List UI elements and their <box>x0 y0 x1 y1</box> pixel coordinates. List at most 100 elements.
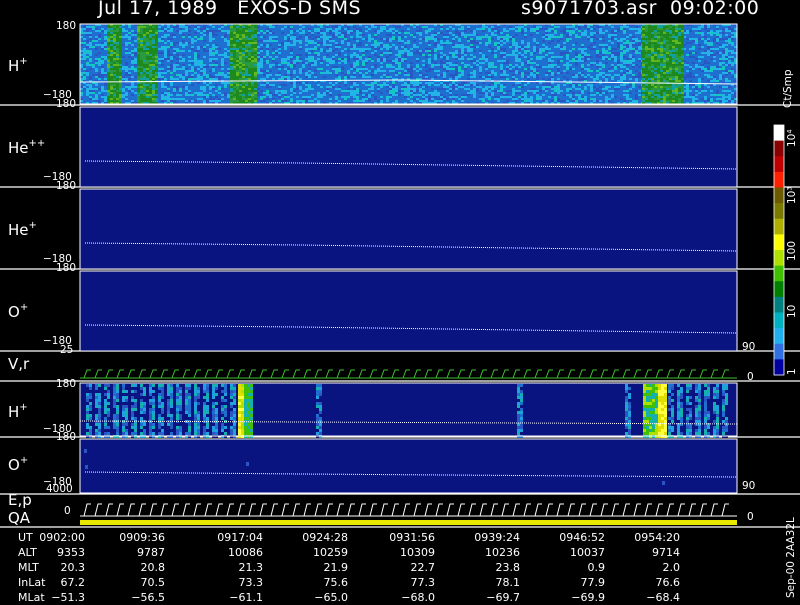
hplus-cell <box>401 30 404 32</box>
hplus-cell <box>353 66 356 68</box>
hplus-band-cell <box>137 78 140 80</box>
hplus-cell <box>86 44 89 46</box>
hplus-band-cell <box>155 36 158 38</box>
hplus-band-cell <box>251 56 254 58</box>
hplus-cell <box>161 36 164 38</box>
hplus-cell <box>206 94 209 96</box>
hplus-band-cell <box>251 64 254 66</box>
hplus-band-cell <box>146 88 149 90</box>
hplus-cell <box>269 64 272 66</box>
hplus-cell <box>467 38 470 40</box>
hplus-cell <box>227 68 230 70</box>
hplus-band-cell <box>146 32 149 34</box>
hplus-band-cell <box>140 52 143 54</box>
hplus-cell <box>560 48 563 50</box>
hplus-cell <box>326 86 329 88</box>
hplus-cell <box>473 40 476 42</box>
hplus-cell <box>500 56 503 58</box>
hplus-cell <box>362 82 365 84</box>
hplus-cell <box>203 86 206 88</box>
hplus-cell <box>122 44 125 46</box>
hplus-band-cell <box>116 82 119 84</box>
hplus-band-cell <box>155 40 158 42</box>
hplus-cell <box>161 64 164 66</box>
hplus-band-cell <box>116 96 119 98</box>
hplus-cell <box>452 56 455 58</box>
hplus-cell <box>314 42 317 44</box>
hplus-band-cell <box>146 84 149 86</box>
hplus-band-cell <box>107 30 110 32</box>
hplus-cell <box>356 36 359 38</box>
hplus-band-cell <box>140 64 143 66</box>
hplus-cell <box>347 28 350 30</box>
hplus-cell <box>377 88 380 90</box>
hplus-cell <box>284 90 287 92</box>
hplus-cell <box>209 40 212 42</box>
hplus-cell <box>275 92 278 94</box>
hplus-cell <box>530 28 533 30</box>
hplus-cell <box>413 90 416 92</box>
hplus-cell <box>629 78 632 80</box>
hplus-cell <box>704 42 707 44</box>
hplus-cell <box>131 86 134 88</box>
hplus-band-cell <box>107 94 110 96</box>
hplus-cell <box>731 98 734 100</box>
hplus-band-cell <box>113 94 116 96</box>
hplus-cell <box>125 98 128 100</box>
hplus-band-cell <box>152 84 155 86</box>
hplus-cell <box>488 46 491 48</box>
hplus-cell <box>536 66 539 68</box>
hplus-cell <box>131 84 134 86</box>
hplus-band-cell <box>107 36 110 38</box>
hplus-cell <box>584 34 587 36</box>
hplus-cell <box>164 56 167 58</box>
hplus-band-cell <box>230 68 233 70</box>
hplus-cell <box>725 74 728 76</box>
hplus-cell <box>350 48 353 50</box>
hplus-cell <box>404 90 407 92</box>
hplus-cell <box>128 72 131 74</box>
hplus-cell <box>428 38 431 40</box>
hplus-cell <box>533 74 536 76</box>
hplus-cell <box>635 26 638 28</box>
hplus-cell <box>269 38 272 40</box>
hplus-cell <box>302 82 305 84</box>
hplus-cell <box>527 44 530 46</box>
hplus-cell <box>203 48 206 50</box>
hplus-cell <box>635 64 638 66</box>
hplus-band-cell <box>245 84 248 86</box>
hplus-band-cell <box>107 46 110 48</box>
hplus-cell <box>341 32 344 34</box>
hplus-cell <box>344 54 347 56</box>
hplus-cell <box>440 62 443 64</box>
hplus-cell <box>626 62 629 64</box>
hplus-cell <box>410 72 413 74</box>
hplus-cell <box>455 68 458 70</box>
hplus-cell <box>524 30 527 32</box>
hplus-band-cell <box>248 26 251 28</box>
hplus-cell <box>314 64 317 66</box>
hplus-cell <box>464 46 467 48</box>
hplus-band-cell <box>233 86 236 88</box>
hplus-cell <box>368 88 371 90</box>
hplus-band-cell <box>242 54 245 56</box>
hplus-cell <box>353 94 356 96</box>
hplus-cell <box>515 78 518 80</box>
hplus-cell <box>548 78 551 80</box>
hplus-cell <box>599 46 602 48</box>
hplus-cell <box>566 38 569 40</box>
hplus-cell <box>365 76 368 78</box>
hplus-cell <box>458 28 461 30</box>
hplus-cell <box>725 38 728 40</box>
hplus-cell <box>500 86 503 88</box>
hplus-cell <box>551 76 554 78</box>
hplus-cell <box>428 68 431 70</box>
hplus-cell <box>440 56 443 58</box>
hplus-cell <box>341 40 344 42</box>
hplus-cell <box>344 38 347 40</box>
hplus-cell <box>500 64 503 66</box>
hplus-cell <box>407 68 410 70</box>
hplus-band-cell <box>230 92 233 94</box>
hplus-cell <box>389 92 392 94</box>
hplus-cell <box>260 90 263 92</box>
